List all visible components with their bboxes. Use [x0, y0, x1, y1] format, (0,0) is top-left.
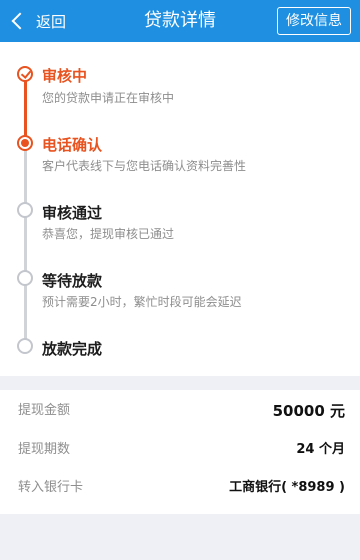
detail-label: 转入银行卡	[18, 480, 84, 495]
step-desc-awaiting-payout: 预计需要2小时，繁忙时段可能会延迟	[42, 295, 242, 309]
chevron-left-icon	[11, 12, 29, 30]
detail-row-term: 提现期数 24 个月	[0, 433, 360, 467]
step-desc-reviewing: 您的贷款申请正在审核中	[42, 91, 175, 105]
step-title-payout-complete: 放款完成	[42, 340, 103, 358]
step-title-reviewing: 审核中	[42, 67, 88, 85]
edit-info-button[interactable]: 修改信息	[277, 7, 351, 35]
step-desc-approved: 恭喜您，提现审核已通过	[42, 227, 175, 241]
back-button[interactable]: 返回	[10, 0, 66, 42]
detail-value: 24 个月	[296, 442, 345, 457]
timeline-line-pending	[24, 150, 27, 346]
empty-circle-icon	[17, 202, 33, 218]
detail-row-amount: 提现金额 50000 元	[0, 394, 360, 428]
progress-timeline: 审核中 您的贷款申请正在审核中 电话确认 客户代表线下与您电话确认资料完善性 审…	[0, 42, 360, 376]
detail-row-bank-card: 转入银行卡 工商银行( *8989 )	[0, 471, 360, 505]
back-label: 返回	[36, 12, 67, 31]
detail-label: 提现金额	[18, 403, 71, 418]
loan-details-panel: 提现金额 50000 元 提现期数 24 个月 转入银行卡 工商银行( *898…	[0, 390, 360, 514]
step-title-phone-confirm: 电话确认	[42, 136, 103, 154]
step-desc-phone-confirm: 客户代表线下与您电话确认资料完善性	[42, 159, 247, 173]
header-bar: 贷款详情 返回 修改信息	[0, 0, 360, 42]
timeline-line-done	[24, 81, 27, 140]
detail-label: 提现期数	[18, 442, 71, 457]
detail-value: 50000 元	[272, 402, 345, 420]
step-title-approved: 审核通过	[42, 204, 103, 222]
check-circle-icon	[17, 66, 33, 82]
dot-circle-icon	[17, 135, 33, 151]
empty-circle-icon	[17, 338, 33, 354]
empty-circle-icon	[17, 270, 33, 286]
detail-value: 工商银行( *8989 )	[229, 480, 345, 495]
step-title-awaiting-payout: 等待放款	[42, 272, 103, 290]
